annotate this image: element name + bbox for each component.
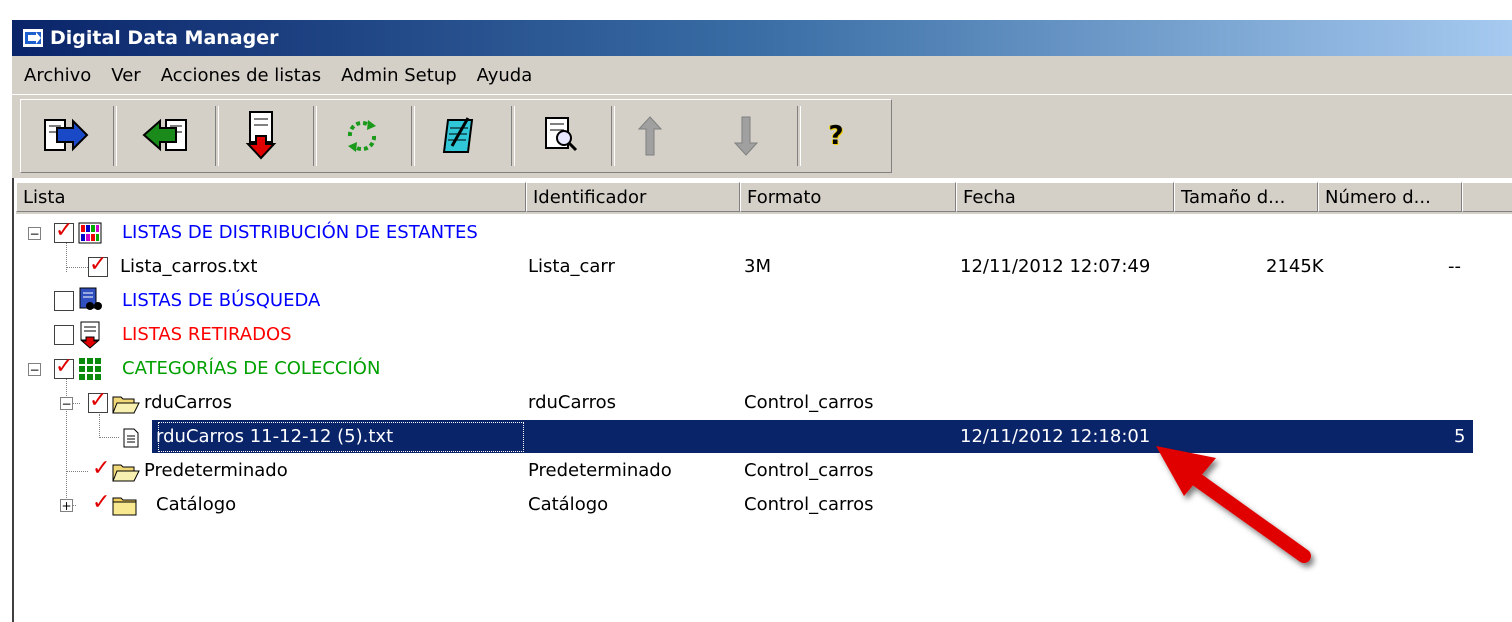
row-checkbox[interactable]: ✓ xyxy=(88,252,108,277)
app-icon xyxy=(22,27,44,49)
menu-archivo[interactable]: Archivo xyxy=(12,65,99,86)
row-name: rduCarros xyxy=(144,392,232,413)
shelf-icon xyxy=(78,222,102,244)
tree-row-retirados[interactable]: LISTAS RETIRADOS xyxy=(14,318,1474,352)
open-folder-icon xyxy=(112,396,140,414)
row-fecha: 12/11/2012 12:07:49 xyxy=(960,256,1151,277)
row-formato: Control_carros xyxy=(744,392,874,413)
check-mark-icon: ✓ xyxy=(89,388,108,413)
tree-row-distribucion[interactable]: − ✓ LISTAS DE DISTRIBUCIÓN DE ESTANTES xyxy=(14,216,1474,250)
collection-grid-icon xyxy=(79,358,101,380)
column-filler xyxy=(1462,182,1512,212)
row-identificador: Predeterminado xyxy=(528,460,672,481)
list-view: Lista Identificador Formato Fecha Tamaño… xyxy=(12,178,1512,622)
check-mark-icon: ✓ xyxy=(89,252,108,277)
collapse-toggle[interactable]: − xyxy=(28,227,41,240)
download-button[interactable] xyxy=(227,106,297,166)
column-formato[interactable]: Formato xyxy=(740,182,956,212)
menu-ver[interactable]: Ver xyxy=(99,65,148,86)
row-checkbox[interactable]: ✓ xyxy=(54,218,74,243)
row-name: LISTAS RETIRADOS xyxy=(122,324,292,345)
collapse-toggle[interactable]: − xyxy=(60,397,73,410)
row-checkbox[interactable]: ✓ xyxy=(88,388,108,413)
tree-row-rducarros[interactable]: − ✓ rduCarros rduCarros Control_carros xyxy=(14,386,1474,420)
check-mark-icon: ✓ xyxy=(55,218,74,243)
collapse-toggle[interactable]: − xyxy=(28,363,41,376)
inspect-button[interactable] xyxy=(525,106,595,166)
row-formato: Control_carros xyxy=(744,494,874,515)
row-identificador: Lista_carr xyxy=(528,256,615,277)
check-mark-icon: ✓ xyxy=(55,354,74,379)
refresh-icon xyxy=(347,120,377,152)
window-title: Digital Data Manager xyxy=(50,27,279,49)
folder-icon xyxy=(112,497,137,516)
row-tamano: 2145K xyxy=(1266,256,1324,277)
export-button[interactable] xyxy=(31,106,101,166)
menu-ayuda[interactable]: Ayuda xyxy=(465,65,541,86)
search-list-icon xyxy=(79,287,102,310)
row-name: rduCarros 11-12-12 (5).txt xyxy=(156,420,526,454)
row-name: CATEGORÍAS DE COLECCIÓN xyxy=(122,358,381,379)
move-down-icon xyxy=(733,116,759,156)
import-button[interactable] xyxy=(129,106,199,166)
menu-bar: Archivo Ver Acciones de listas Admin Set… xyxy=(12,56,1512,95)
check-mark-icon: ✓ xyxy=(92,490,111,515)
toolbar: ? xyxy=(12,94,1512,179)
export-icon xyxy=(44,118,89,152)
open-folder-icon xyxy=(112,464,140,482)
help-icon: ? xyxy=(828,121,844,151)
edit-button[interactable] xyxy=(425,106,495,166)
column-numero[interactable]: Número d... xyxy=(1318,182,1462,212)
move-down-button[interactable] xyxy=(711,106,781,166)
inspect-icon xyxy=(545,117,578,152)
withdrawn-list-icon xyxy=(80,321,100,349)
row-numero: -- xyxy=(1448,256,1461,277)
row-identificador: Catálogo xyxy=(528,494,609,515)
edit-icon xyxy=(442,117,474,153)
toolbar-group: ? xyxy=(20,99,892,173)
tree-row-busqueda[interactable]: LISTAS DE BÚSQUEDA xyxy=(14,284,1474,318)
row-name: Lista_carros.txt xyxy=(120,256,258,277)
row-checkbox[interactable] xyxy=(54,325,74,345)
move-up-button[interactable] xyxy=(615,106,685,166)
row-name: LISTAS DE DISTRIBUCIÓN DE ESTANTES xyxy=(122,222,478,243)
column-tamano[interactable]: Tamaño d... xyxy=(1174,182,1318,212)
expand-toggle[interactable]: + xyxy=(60,499,73,512)
row-name: Predeterminado xyxy=(144,460,288,481)
download-icon xyxy=(245,111,277,160)
check-mark-icon: ✓ xyxy=(92,456,111,481)
menu-admin-setup[interactable]: Admin Setup xyxy=(329,65,464,86)
column-header: Lista Identificador Formato Fecha Tamaño… xyxy=(16,182,1512,214)
column-identificador[interactable]: Identificador xyxy=(526,182,740,212)
row-numero: 5 xyxy=(1454,426,1466,447)
row-formato: Control_carros xyxy=(744,460,874,481)
row-name: Catálogo xyxy=(156,494,237,515)
row-identificador: rduCarros xyxy=(528,392,616,413)
move-up-icon xyxy=(637,116,663,156)
menu-acciones-de-listas[interactable]: Acciones de listas xyxy=(149,65,329,86)
row-fecha: 12/11/2012 12:18:01 xyxy=(960,426,1151,447)
refresh-button[interactable] xyxy=(327,106,397,166)
row-formato: 3M xyxy=(744,256,771,277)
tree-row-lista-carros[interactable]: ✓ Lista_carros.txt Lista_carr 3M 12/11/2… xyxy=(14,250,1474,284)
text-file-icon xyxy=(123,428,139,448)
column-fecha[interactable]: Fecha xyxy=(956,182,1174,212)
row-checkbox[interactable]: ✓ xyxy=(54,354,74,379)
row-name: LISTAS DE BÚSQUEDA xyxy=(122,290,321,311)
column-lista[interactable]: Lista xyxy=(16,182,526,212)
title-bar: Digital Data Manager xyxy=(12,20,1512,56)
import-icon xyxy=(142,118,187,152)
tree-row-categorias[interactable]: − ✓ CATEGORÍAS DE COLECCIÓN xyxy=(14,352,1474,386)
annotation-arrow-icon xyxy=(1156,446,1311,563)
row-checkbox[interactable] xyxy=(54,291,74,311)
help-button[interactable]: ? xyxy=(801,106,871,166)
